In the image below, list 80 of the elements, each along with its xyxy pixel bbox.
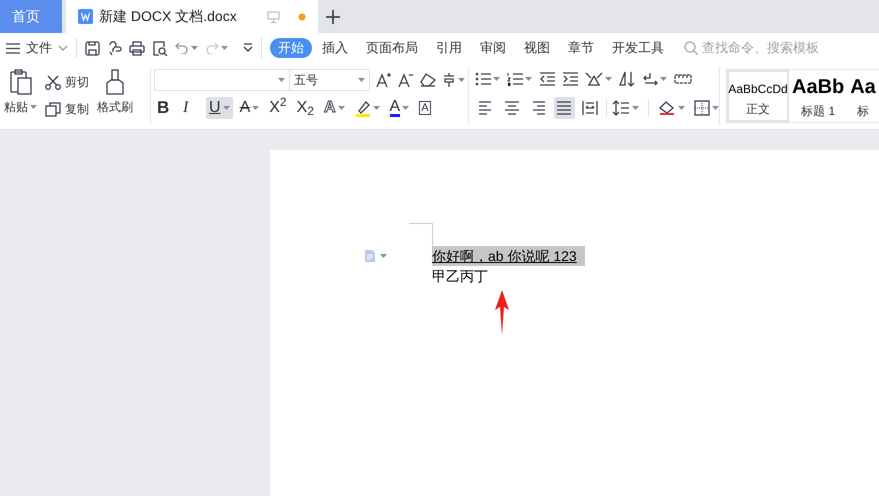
copy-icon[interactable]: [45, 102, 61, 116]
chinese-layout-icon[interactable]: [585, 72, 603, 86]
caret-icon[interactable]: [712, 106, 720, 110]
save-icon[interactable]: [85, 40, 100, 56]
caret-icon[interactable]: [525, 77, 532, 81]
search-field[interactable]: 查找命令、搜索模板: [684, 38, 824, 58]
ribbon-tab[interactable]: 插入: [314, 38, 356, 58]
caret-icon[interactable]: [338, 106, 345, 110]
caret-icon[interactable]: [493, 77, 500, 81]
align-justify-button[interactable]: [554, 97, 575, 119]
align-right-icon: [530, 100, 546, 116]
decrease-indent-icon[interactable]: [539, 72, 555, 86]
align-distributed-icon: [582, 100, 598, 116]
document-icon[interactable]: [78, 9, 93, 24]
text-line: 甲乙丙丁: [432, 267, 488, 286]
copy-button[interactable]: 复制: [45, 100, 89, 118]
ruler-icon[interactable]: [674, 73, 692, 85]
caret-icon[interactable]: [660, 77, 667, 81]
shrink-font-icon[interactable]: [398, 72, 414, 88]
caret-icon[interactable]: [458, 78, 465, 82]
ribbon-tab[interactable]: 开发工具: [604, 38, 672, 58]
phonetic-icon[interactable]: [442, 72, 456, 88]
caret-icon[interactable]: [380, 254, 387, 258]
caret-icon[interactable]: [252, 106, 260, 110]
cut-button[interactable]: 剪切: [45, 73, 89, 91]
align-center-icon: [504, 100, 520, 116]
clipboard-icon[interactable]: [10, 69, 32, 95]
underline-button[interactable]: U: [206, 97, 233, 119]
ribbon-tab[interactable]: 视图: [516, 38, 558, 58]
caret-icon[interactable]: [402, 106, 410, 110]
style-preset[interactable]: Aa 标: [847, 70, 879, 122]
line-spacing-icon[interactable]: [612, 100, 630, 116]
file-menu[interactable]: 文件: [6, 38, 68, 58]
eraser-icon[interactable]: [420, 73, 436, 87]
ribbon-tab[interactable]: 审阅: [472, 38, 514, 58]
paste-button[interactable]: 粘贴: [4, 69, 37, 129]
highlighter-icon[interactable]: [354, 100, 371, 116]
caret-icon[interactable]: [632, 106, 640, 110]
ribbon-tab[interactable]: 引用: [428, 38, 470, 58]
bold-button[interactable]: B: [154, 97, 176, 119]
text-effect-button[interactable]: A: [320, 97, 348, 119]
style-preset[interactable]: AaBbCcDd 正文: [727, 70, 789, 122]
shading-icon[interactable]: [658, 100, 676, 116]
script-button[interactable]: X$_{2}$: [294, 97, 317, 119]
print-preview-icon[interactable]: [152, 40, 168, 56]
numbered-list-icon[interactable]: [507, 72, 523, 86]
script-button[interactable]: X$^{2}$: [266, 97, 290, 119]
export-icon[interactable]: [107, 40, 122, 56]
undo-icon[interactable]: [175, 42, 189, 54]
increase-indent-icon[interactable]: [562, 72, 578, 86]
more-icon[interactable]: [243, 43, 253, 53]
document-tab[interactable]: 新建 DOCX 文档.docx: [66, 0, 318, 33]
ribbon-tab[interactable]: 页面布局: [358, 38, 426, 58]
ribbon-tab[interactable]: 章节: [560, 38, 602, 58]
menu-icon[interactable]: [6, 42, 20, 54]
caret-icon[interactable]: [191, 46, 198, 50]
grow-font-icon[interactable]: [376, 72, 392, 88]
caret-icon[interactable]: [605, 77, 612, 81]
character-border-button[interactable]: A: [416, 97, 438, 119]
show-marks-icon[interactable]: [642, 72, 658, 86]
scissors-icon[interactable]: [45, 74, 61, 90]
align-justify-icon: [556, 100, 572, 116]
unsaved-dot-icon[interactable]: [298, 12, 306, 20]
plus-icon[interactable]: [326, 10, 340, 24]
printer-icon[interactable]: [129, 40, 145, 56]
italic-button[interactable]: I: [180, 97, 202, 119]
bullet-list-icon[interactable]: [475, 72, 491, 86]
strikethrough-button[interactable]: A: [236, 97, 262, 119]
format-painter-button[interactable]: 格式刷: [97, 69, 133, 129]
caret-icon[interactable]: [221, 46, 228, 50]
borders-icon[interactable]: [694, 100, 710, 116]
caret-icon[interactable]: [678, 106, 686, 110]
caret-icon[interactable]: [372, 106, 380, 110]
font-color-button[interactable]: A: [386, 97, 412, 119]
align-left-icon: [478, 100, 494, 116]
brush-icon[interactable]: [105, 69, 125, 95]
caret-icon[interactable]: [30, 105, 37, 109]
style-preset[interactable]: AaBb 标题 1: [789, 70, 848, 122]
chevron-icon[interactable]: [58, 45, 68, 51]
sort-icon[interactable]: [619, 71, 635, 87]
